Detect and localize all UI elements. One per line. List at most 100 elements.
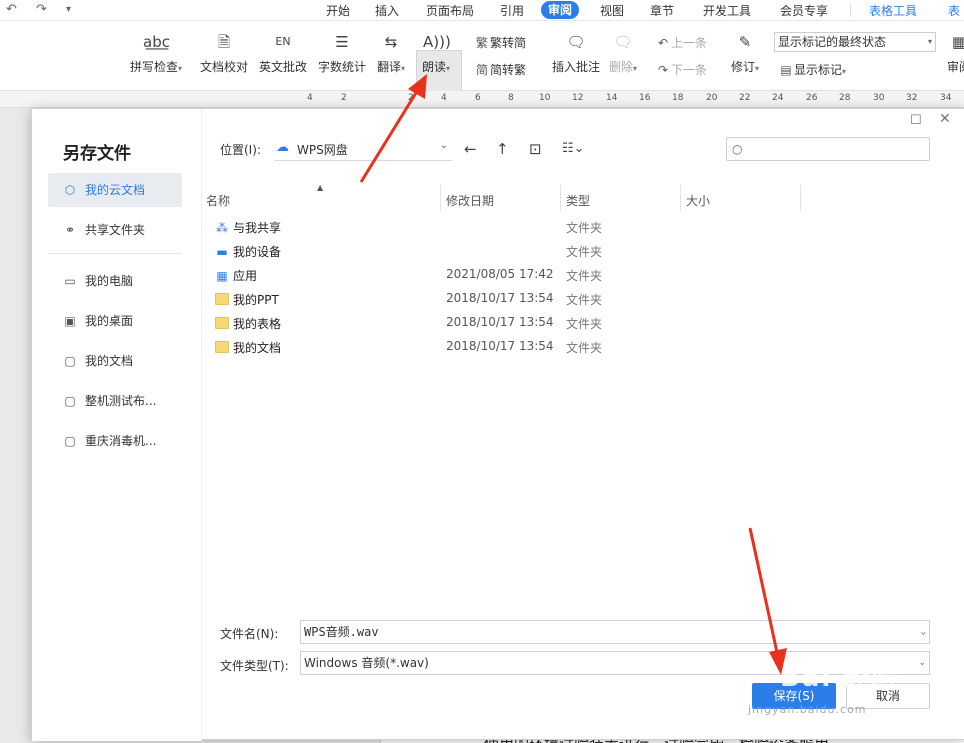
read-aloud-button[interactable]: A))) 朗读▾: [422, 29, 451, 75]
word-count-label: 字数统计: [318, 60, 367, 74]
show-markup-icon: ▤: [780, 63, 792, 77]
column-size[interactable]: 大小: [686, 192, 710, 209]
tab-review[interactable]: 审阅: [541, 1, 580, 19]
documents-icon: ▢: [64, 354, 76, 368]
column-divider: [800, 185, 801, 211]
chevron-down-icon: ⌄: [918, 658, 926, 668]
ruler-label: 18: [672, 93, 684, 103]
file-row[interactable]: ▬ 我的设备 文件夹: [202, 239, 802, 263]
ruler-label: 2: [341, 93, 347, 103]
column-modified[interactable]: 修改日期: [446, 192, 494, 209]
tab-table-style[interactable]: 表: [948, 2, 960, 19]
tab-references[interactable]: 引用: [500, 2, 524, 19]
column-divider: [680, 185, 681, 211]
tab-table-tools[interactable]: 表格工具: [869, 2, 917, 19]
file-row[interactable]: 我的表格 2018/10/17 13:54 文件夹: [202, 311, 802, 335]
delete-comment-button[interactable]: 🗨 删除▾: [609, 29, 637, 75]
tab-page-layout[interactable]: 页面布局: [426, 2, 474, 19]
trad-to-simp-icon: 繁: [475, 36, 488, 50]
file-row[interactable]: ⁂ 与我共享 文件夹: [202, 215, 802, 239]
english-correct-button[interactable]: EN 英文批改: [259, 29, 307, 75]
doc-proof-button[interactable]: 🗎 文档校对: [200, 29, 248, 75]
ruler-label: 16: [639, 93, 651, 103]
chevron-down-icon: ▾: [633, 64, 638, 73]
maximize-icon[interactable]: ☐: [910, 113, 922, 128]
ruler-label: 24: [772, 93, 784, 103]
tab-member[interactable]: 会员专享: [780, 2, 828, 19]
undo-icon[interactable]: ↶: [6, 2, 17, 17]
revise-button[interactable]: ✎ 修订▾: [731, 29, 759, 75]
simp-to-trad-button[interactable]: 简简转繁: [474, 61, 526, 78]
filetype-value: Windows 音频(*.wav): [304, 656, 429, 670]
sidebar-item-documents[interactable]: ▢ 我的文档: [48, 344, 182, 378]
comment-plus-icon: 🗨: [566, 33, 586, 51]
tab-developer[interactable]: 开发工具: [703, 2, 751, 19]
sidebar-item-test-folder[interactable]: ▢ 整机测试布...: [48, 384, 182, 418]
search-input[interactable]: ○: [726, 137, 930, 161]
tab-view[interactable]: 视图: [600, 2, 624, 19]
read-aloud-icon: A))): [423, 33, 451, 51]
spell-check-button[interactable]: a͟b͟c 拼写检查▾: [130, 29, 182, 75]
sidebar-item-label: 我的桌面: [85, 314, 134, 328]
prev-comment-button[interactable]: ↶ 上一条: [655, 34, 707, 51]
filetype-label: 文件类型(T):: [220, 659, 289, 673]
read-aloud-label: 朗读: [422, 60, 447, 74]
chevron-down-icon: ▾: [446, 64, 451, 73]
chevron-down-icon: ⌄: [439, 140, 448, 151]
horizontal-ruler[interactable]: 4 2 2 4 6 8 10 12 14 16 18 20 22 24 26 2…: [0, 91, 964, 108]
customize-dropdown-icon[interactable]: ▾: [66, 4, 71, 15]
trad-to-simp-button[interactable]: 繁繁转简: [474, 34, 526, 51]
cloud-doc-icon: ⬡: [64, 183, 76, 197]
close-icon[interactable]: ✕: [939, 111, 951, 127]
filename-value: WPS音频.wav: [304, 625, 379, 639]
file-row[interactable]: ▦ 应用 2021/08/05 17:42 文件夹: [202, 263, 802, 287]
simp-to-trad-icon: 简: [475, 63, 488, 77]
insert-comment-button[interactable]: 🗨 插入批注: [552, 29, 600, 75]
view-mode-icon[interactable]: ☷⌄: [562, 141, 585, 156]
file-row[interactable]: 我的文档 2018/10/17 13:54 文件夹: [202, 335, 802, 359]
show-markup-button[interactable]: ▤ 显示标记▾: [778, 61, 846, 78]
revise-label: 修订: [731, 60, 756, 74]
column-name[interactable]: 名称: [206, 192, 230, 209]
filename-input[interactable]: WPS音频.wav ⌄: [300, 620, 930, 644]
review-pane-icon: ▦: [951, 33, 964, 51]
sidebar-item-desktop[interactable]: ▣ 我的桌面: [48, 304, 182, 338]
translate-button[interactable]: ⇆ 翻译▾: [377, 29, 405, 75]
sidebar-item-label: 我的电脑: [85, 274, 134, 288]
ruler-label: 4: [307, 93, 313, 103]
new-folder-icon[interactable]: ⊡: [529, 140, 542, 158]
tab-start[interactable]: 开始: [326, 2, 350, 19]
next-comment-button[interactable]: ↷ 下一条: [655, 61, 707, 78]
sidebar-item-shared-folder[interactable]: ⚭ 共享文件夹: [48, 213, 182, 247]
file-name: 应用: [233, 269, 258, 283]
dialog-sidebar: 另存文件 ⬡ 我的云文档 ⚭ 共享文件夹 ▭ 我的电脑 ▣ 我的桌面 ▢ 我的文档 ▢ 整机…: [32, 109, 202, 741]
simp-to-trad-label: 简转繁: [490, 63, 527, 77]
location-select[interactable]: ☁ WPS网盘 ⌄: [274, 135, 452, 161]
review-pane-button[interactable]: ▦ 审阅: [946, 29, 964, 75]
chevron-down-icon: ▾: [842, 67, 847, 76]
file-name: 我的PPT: [233, 293, 279, 307]
tab-section[interactable]: 章节: [650, 2, 674, 19]
sidebar-item-computer[interactable]: ▭ 我的电脑: [48, 264, 182, 298]
file-name: 与我共享: [233, 221, 282, 235]
track-state-select[interactable]: 显示标记的最终状态 ▾: [774, 32, 936, 52]
file-type: 文件夹: [566, 341, 603, 355]
column-type[interactable]: 类型: [566, 192, 590, 209]
tab-insert[interactable]: 插入: [375, 2, 399, 19]
up-arrow-icon[interactable]: ↑: [496, 140, 509, 158]
ruler-label: 8: [508, 93, 514, 103]
sidebar-item-label: 我的文档: [85, 354, 134, 368]
show-markup-label: 显示标记: [794, 63, 843, 77]
chevron-down-icon: ▾: [178, 64, 183, 73]
insert-comment-label: 插入批注: [552, 60, 601, 74]
ruler-label: 10: [539, 93, 551, 103]
redo-icon[interactable]: ↷: [36, 2, 47, 17]
chevron-down-icon: ▾: [401, 64, 406, 73]
location-label: 位置(I):: [220, 143, 261, 157]
sidebar-item-disinfection-folder[interactable]: ▢ 重庆消毒机...: [48, 424, 182, 458]
sidebar-item-label: 我的云文档: [85, 183, 146, 197]
back-arrow-icon[interactable]: ←: [464, 140, 477, 158]
word-count-button[interactable]: ☰ 字数统计: [318, 29, 366, 75]
file-row[interactable]: 我的PPT 2018/10/17 13:54 文件夹: [202, 287, 802, 311]
sidebar-item-cloud-docs[interactable]: ⬡ 我的云文档: [48, 173, 182, 207]
